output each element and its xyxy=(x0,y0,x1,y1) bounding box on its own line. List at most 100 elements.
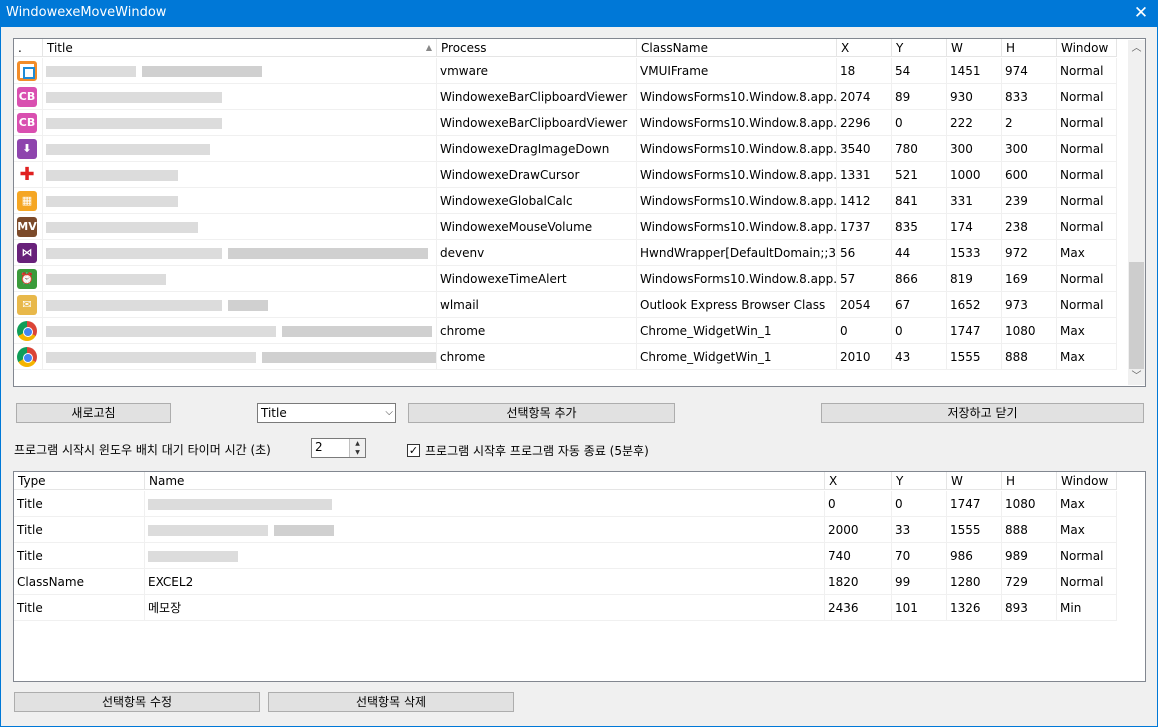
table-row[interactable]: ▦ WindowexeGlobalCalc WindowsForms10.Windo… xyxy=(14,188,1117,214)
row-h: 300 xyxy=(1002,136,1057,162)
table-row[interactable]: ✉ wlmail Outlook Express Browser Class 2054… xyxy=(14,292,1117,318)
table-row[interactable]: ⏰ WindowexeTimeAlert WindowsForms10.Window… xyxy=(14,266,1117,292)
column-header-dot[interactable]: . xyxy=(14,39,43,57)
stepper-down-icon[interactable]: ▼ xyxy=(349,448,365,457)
sort-ascending-icon: ▲ xyxy=(425,43,432,52)
window-list[interactable]: . Title ▲ Process ClassName X Y W H Wind… xyxy=(13,38,1146,387)
table-row[interactable]: CB WindowexeBarClipboardViewer WindowsForm… xyxy=(14,84,1117,110)
row-x: 3540 xyxy=(837,136,892,162)
column-header-y[interactable]: Y xyxy=(892,39,947,57)
row-window: Normal xyxy=(1057,214,1117,240)
row-h: 888 xyxy=(1002,517,1057,543)
column-header-name[interactable]: Name xyxy=(145,472,825,490)
row-x: 57 xyxy=(837,266,892,292)
row-classname: Chrome_WidgetWin_1 xyxy=(637,344,837,370)
redacted-text xyxy=(148,499,332,510)
row-window: Normal xyxy=(1057,58,1117,84)
row-x: 2296 xyxy=(837,110,892,136)
table-row[interactable]: chrome Chrome_WidgetWin_1 2010 43 1555 888 Max xyxy=(14,344,1117,370)
row-y: 33 xyxy=(892,517,947,543)
column-header-h[interactable]: H xyxy=(1002,472,1057,490)
close-icon[interactable]: ✕ xyxy=(1124,0,1158,27)
refresh-button[interactable]: 새로고침 xyxy=(16,403,171,423)
vmware-icon xyxy=(17,61,37,81)
saved-layout-list[interactable]: Type Name X Y W H Window Title 0 0 1747 1080… xyxy=(13,471,1146,682)
row-name: EXCEL2 xyxy=(145,569,825,595)
row-type: Title xyxy=(14,517,145,543)
redacted-text xyxy=(46,300,222,311)
row-w: 1555 xyxy=(947,344,1002,370)
column-header-x[interactable]: X xyxy=(825,472,892,490)
add-selected-button[interactable]: 선택항목 추가 xyxy=(408,403,675,423)
row-classname: Chrome_WidgetWin_1 xyxy=(637,318,837,344)
save-and-close-button[interactable]: 저장하고 닫기 xyxy=(821,403,1144,423)
table-row[interactable]: Title 2000 33 1555 888 Max xyxy=(14,517,1117,543)
row-y: 0 xyxy=(892,110,947,136)
row-classname: WindowsForms10.Window.8.app.... xyxy=(637,162,837,188)
column-header-w[interactable]: W xyxy=(947,472,1002,490)
row-window: Max xyxy=(1057,240,1117,266)
column-header-x[interactable]: X xyxy=(837,39,892,57)
row-process: chrome xyxy=(437,344,637,370)
table-row[interactable]: ClassName EXCEL2 1820 99 1280 729 Normal xyxy=(14,569,1117,595)
row-x: 1331 xyxy=(837,162,892,188)
scroll-up-icon[interactable]: ︿ xyxy=(1128,40,1145,57)
column-header-w[interactable]: W xyxy=(947,39,1002,57)
redacted-text xyxy=(148,551,238,562)
column-header-classname[interactable]: ClassName xyxy=(637,39,837,57)
edit-selected-button[interactable]: 선택항목 수정 xyxy=(14,692,260,712)
table-row[interactable]: Title 740 70 986 989 Normal xyxy=(14,543,1117,569)
row-process: WindowexeDragImageDown xyxy=(437,136,637,162)
row-type: Title xyxy=(14,543,145,569)
column-header-title[interactable]: Title ▲ xyxy=(43,39,437,57)
table-row[interactable]: ⋈ devenv HwndWrapper[DefaultDomain;;3,... 5… xyxy=(14,240,1117,266)
table-row[interactable]: chrome Chrome_WidgetWin_1 0 0 1747 1080 Max xyxy=(14,318,1117,344)
table-row[interactable]: MV WindowexeMouseVolume WindowsForms10.Win… xyxy=(14,214,1117,240)
column-header-process[interactable]: Process xyxy=(437,39,637,57)
table-row[interactable]: ✚ WindowexeDrawCursor WindowsForms10.Windo… xyxy=(14,162,1117,188)
row-y: 70 xyxy=(892,543,947,569)
row-h: 169 xyxy=(1002,266,1057,292)
title-bar: WindowexeMoveWindow ✕ xyxy=(0,0,1158,27)
table-row[interactable]: ⬇ WindowexeDragImageDown WindowsForms10.Wi… xyxy=(14,136,1117,162)
window-list-scrollbar[interactable]: ︿ ﹀ xyxy=(1128,40,1145,385)
timer-stepper[interactable]: 2 ▲ ▼ xyxy=(311,438,366,458)
row-icon-cell: CB xyxy=(14,84,43,110)
row-y: 44 xyxy=(892,240,947,266)
row-w: 300 xyxy=(947,136,1002,162)
delete-selected-button[interactable]: 선택항목 삭제 xyxy=(268,692,514,712)
drag-image-down-icon: ⬇ xyxy=(17,139,37,159)
row-x: 2074 xyxy=(837,84,892,110)
redacted-text xyxy=(46,144,210,155)
scroll-down-icon[interactable]: ﹀ xyxy=(1128,368,1145,385)
scrollbar-thumb[interactable] xyxy=(1129,262,1144,369)
table-row[interactable]: Title 메모장 2436 101 1326 893 Min xyxy=(14,595,1117,621)
match-type-select[interactable]: Title ⌵ xyxy=(257,403,396,423)
column-header-window[interactable]: Window xyxy=(1057,472,1117,490)
timer-value[interactable]: 2 xyxy=(315,440,323,454)
row-window: Normal xyxy=(1057,84,1117,110)
auto-close-checkbox[interactable]: ✓ xyxy=(407,444,420,457)
row-classname: VMUIFrame xyxy=(637,58,837,84)
redacted-text xyxy=(46,170,178,181)
table-row[interactable]: vmware VMUIFrame 18 54 1451 974 Normal xyxy=(14,58,1117,84)
redacted-text xyxy=(282,326,432,337)
row-title-redacted xyxy=(43,292,437,318)
row-h: 600 xyxy=(1002,162,1057,188)
column-header-window[interactable]: Window xyxy=(1057,39,1117,57)
windows-live-mail-icon: ✉ xyxy=(17,295,37,315)
redacted-text xyxy=(46,118,222,129)
row-w: 1000 xyxy=(947,162,1002,188)
table-row[interactable]: Title 0 0 1747 1080 Max xyxy=(14,491,1117,517)
row-window: Max xyxy=(1057,491,1117,517)
row-x: 0 xyxy=(825,491,892,517)
chevron-down-icon[interactable]: ⌵ xyxy=(385,404,393,422)
row-window: Normal xyxy=(1057,543,1117,569)
column-header-y[interactable]: Y xyxy=(892,472,947,490)
table-row[interactable]: CB WindowexeBarClipboardViewer WindowsForm… xyxy=(14,110,1117,136)
auto-close-label[interactable]: 프로그램 시작후 프로그램 자동 종료 (5분후) xyxy=(425,442,649,459)
row-x: 0 xyxy=(837,318,892,344)
column-header-type[interactable]: Type xyxy=(14,472,145,490)
visual-studio-icon: ⋈ xyxy=(17,243,37,263)
column-header-h[interactable]: H xyxy=(1002,39,1057,57)
